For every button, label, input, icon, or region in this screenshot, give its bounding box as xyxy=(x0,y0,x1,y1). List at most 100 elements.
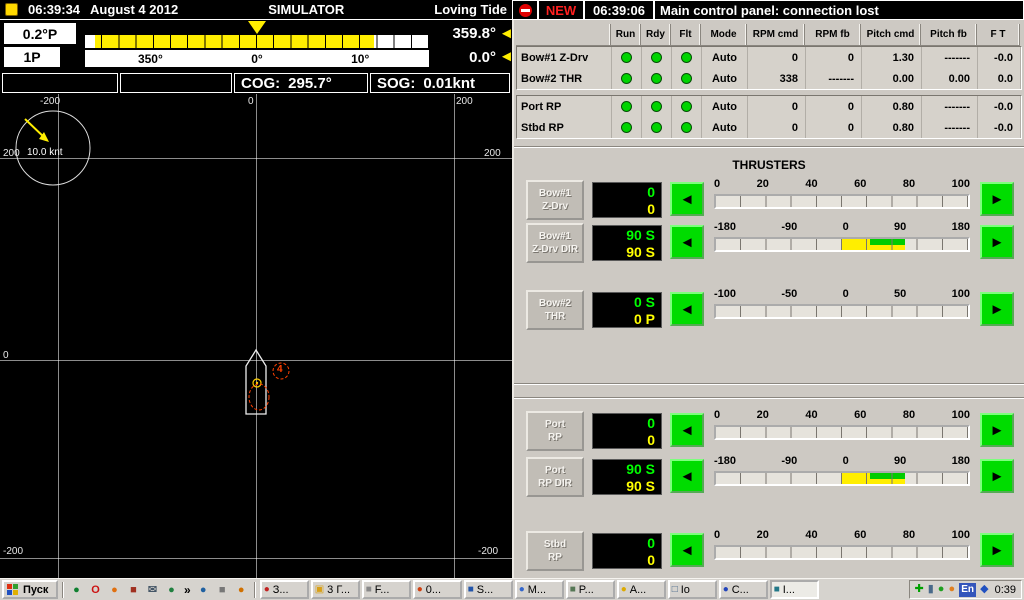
stbd-rp-button[interactable]: Stbd RP xyxy=(526,531,584,571)
tray-icon-2[interactable]: ▮ xyxy=(928,584,934,595)
toolbar-divider xyxy=(62,582,64,598)
increase-button[interactable]: ► xyxy=(980,225,1014,259)
command-value: 0 xyxy=(593,431,661,448)
quicklaunch-icon-4[interactable]: ■ xyxy=(125,581,142,598)
taskbar-button-3[interactable]: ■ F... xyxy=(362,580,411,599)
start-label: Пуск xyxy=(23,584,48,596)
scale-bar xyxy=(714,194,970,209)
taskbar-button-4[interactable]: ● 0... xyxy=(413,580,462,599)
tray-icon-1[interactable]: ✚ xyxy=(915,584,924,595)
table-row: Bow#1 Z-Drv Auto 0 0 1.30 ------- -0.0 xyxy=(517,47,1021,68)
scale-tick-label: 20 xyxy=(757,178,769,192)
value-display: 90 S 90 S xyxy=(592,459,662,495)
quicklaunch-icon-5[interactable]: ✉ xyxy=(144,581,161,598)
dp-console-screen: 06:39:34 August 4 2012 SIMULATOR Loving … xyxy=(0,0,1024,600)
taskbar-button-8[interactable]: ● A... xyxy=(617,580,666,599)
thruster-scale: 0 20 40 60 80 100 xyxy=(714,529,970,560)
thruster-name: Port RP xyxy=(517,96,612,117)
scale-tick-label: 60 xyxy=(854,529,866,543)
toolbar-overflow-chevron[interactable]: » xyxy=(182,583,193,597)
cog-value: 295.7° xyxy=(288,75,332,92)
thruster-name: Bow#1 Z-Drv xyxy=(517,47,612,68)
alarm-message[interactable]: Main control panel: connection lost xyxy=(654,0,1024,20)
quicklaunch-icon-3[interactable]: ● xyxy=(106,581,123,598)
mode-value: Auto xyxy=(702,47,748,68)
quicklaunch-icon-7[interactable]: ● xyxy=(195,581,212,598)
compass-band-strip xyxy=(84,34,430,49)
bow2-thr-button[interactable]: Bow#2 THR xyxy=(526,290,584,330)
increase-button[interactable]: ► xyxy=(980,459,1014,493)
command-value: 0 P xyxy=(593,310,661,327)
tray-icon-5[interactable]: ◆ xyxy=(980,584,988,595)
start-button[interactable]: Пуск xyxy=(2,580,58,599)
toolbar-divider xyxy=(254,582,256,598)
tray-icon-4[interactable]: ● xyxy=(948,584,955,595)
right-arrow-icon: ► xyxy=(990,191,1005,208)
feedback-value: 0 xyxy=(593,534,661,551)
feedback-value: 90 S xyxy=(593,226,661,243)
run-indicator xyxy=(621,122,632,133)
scale-ticks xyxy=(716,427,968,438)
decrease-button[interactable]: ◄ xyxy=(670,459,704,493)
taskbar-button-10[interactable]: ● C... xyxy=(719,580,768,599)
scale-tick-label: 40 xyxy=(805,178,817,192)
increase-button[interactable]: ► xyxy=(980,292,1014,326)
decrease-button[interactable]: ◄ xyxy=(670,182,704,216)
quicklaunch-icon-9[interactable]: ● xyxy=(233,581,250,598)
port-rp-button[interactable]: Port RP xyxy=(526,411,584,451)
taskbar-button-11-active[interactable]: ■ I... xyxy=(770,580,819,599)
table-header-row: Run Rdy Flt Mode RPM cmd RPM fb Pitch cm… xyxy=(516,24,1022,46)
decrease-button[interactable]: ◄ xyxy=(670,225,704,259)
bow1-zdrv-dir-button[interactable]: Bow#1 Z-Drv DIR xyxy=(526,223,584,263)
command-value: 90 S xyxy=(593,477,661,494)
taskbar-button-6[interactable]: ● M... xyxy=(515,580,564,599)
taskbar-button-9[interactable]: □ Io xyxy=(668,580,717,599)
taskbar-button-7[interactable]: ■ P... xyxy=(566,580,615,599)
scale-tick-label: 40 xyxy=(805,529,817,543)
quicklaunch-icon-2[interactable]: O xyxy=(87,581,104,598)
thruster-label-line2: RP xyxy=(548,551,562,564)
taskbar-button-2[interactable]: ▣ 3 Г... xyxy=(311,580,360,599)
thruster-scale: 0 20 40 60 80 100 xyxy=(714,178,970,209)
quicklaunch-icon-1[interactable]: ● xyxy=(68,581,85,598)
tray-icon-3[interactable]: ● xyxy=(938,584,945,595)
quicklaunch-icon-6[interactable]: ● xyxy=(163,581,180,598)
scale-tick-label: 20 xyxy=(757,409,769,423)
taskbar-button-5[interactable]: ■ S... xyxy=(464,580,513,599)
ft-value: -0.0 xyxy=(978,96,1021,117)
col-pitch-cmd: Pitch cmd xyxy=(861,24,921,46)
increase-button[interactable]: ► xyxy=(980,182,1014,216)
ft-value: -0.0 xyxy=(978,117,1021,138)
decrease-button[interactable]: ◄ xyxy=(670,292,704,326)
increase-button[interactable]: ► xyxy=(980,413,1014,447)
rpm-fb-value: ------- xyxy=(806,68,862,89)
tray-clock[interactable]: 0:39 xyxy=(993,584,1016,596)
task-label: P... xyxy=(579,584,594,596)
scale-tick-label: -100 xyxy=(714,288,736,302)
flt-cell xyxy=(672,96,702,117)
port-rp-dir-button[interactable]: Port RP DIR xyxy=(526,457,584,497)
increase-button[interactable]: ► xyxy=(980,533,1014,567)
thruster-label-line1: Bow#2 xyxy=(539,297,571,310)
ready-indicator xyxy=(651,73,662,84)
compass-ticks xyxy=(85,35,429,48)
alarm-new-badge[interactable]: NEW xyxy=(538,0,584,20)
feedback-value: 0 xyxy=(593,183,661,200)
value-display: 0 0 xyxy=(592,182,662,218)
windows-logo-icon xyxy=(7,584,20,596)
pitch-fb-value: ------- xyxy=(922,47,978,68)
quicklaunch-icon-8[interactable]: ■ xyxy=(214,581,231,598)
bow1-zdrv-button[interactable]: Bow#1 Z-Drv xyxy=(526,180,584,220)
decrease-button[interactable]: ◄ xyxy=(670,413,704,447)
cog-sog-bar: COG: 295.7° SOG: 0.01knt xyxy=(0,72,512,94)
language-indicator[interactable]: En xyxy=(959,583,976,597)
clock-date: August 4 2012 xyxy=(90,2,178,17)
run-indicator xyxy=(621,52,632,63)
taskbar: Пуск ● O ● ■ ✉ ● » ● ■ ● ● З... ▣ 3 Г...… xyxy=(0,578,1024,600)
ship-outline xyxy=(246,350,266,414)
taskbar-button-1[interactable]: ● З... xyxy=(260,580,309,599)
thruster-label-line1: Bow#1 xyxy=(539,187,571,200)
heading-panel: 0.2°P 1P 350° 0° 10° 359.8° ◄ 0.0° ◄ xyxy=(0,20,512,72)
decrease-button[interactable]: ◄ xyxy=(670,533,704,567)
rot-order-value: 1P xyxy=(4,47,60,67)
